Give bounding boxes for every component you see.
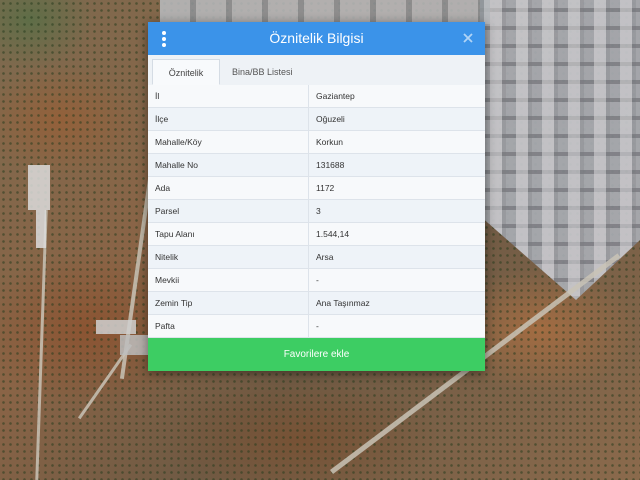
row-key: Nitelik — [148, 245, 309, 269]
row-key: Parsel — [148, 199, 309, 223]
table-row: Pafta - — [148, 314, 485, 338]
table-row: Tapu Alanı 1.544,14 — [148, 222, 485, 246]
row-key: İl — [148, 85, 309, 108]
row-key: Mahalle/Köy — [148, 130, 309, 154]
dialog-title: Öznitelik Bilgisi — [269, 30, 364, 46]
row-key: Mahalle No — [148, 153, 309, 177]
row-key: Mevkii — [148, 268, 309, 292]
map-industrial-zone-top — [160, 0, 490, 24]
dialog-tabs: Öznitelik Bilgisi Bina/BB Listesi — [148, 55, 485, 104]
add-to-favorites-button[interactable]: Favorilere ekle — [148, 338, 485, 371]
row-value: Oğuzeli — [308, 107, 485, 131]
vertical-ellipsis-icon[interactable] — [160, 31, 168, 47]
map-building — [120, 335, 148, 355]
row-value: Gaziantep — [308, 85, 485, 108]
table-row: İl Gaziantep — [148, 85, 485, 108]
row-key: Zemin Tip — [148, 291, 309, 315]
attribute-info-dialog: Öznitelik Bilgisi Öznitelik Bilgisi Bina… — [148, 22, 485, 371]
row-value: 1172 — [308, 176, 485, 200]
table-row: Ada 1172 — [148, 176, 485, 200]
row-value: - — [308, 314, 485, 338]
row-key: İlçe — [148, 107, 309, 131]
row-value: Korkun — [308, 130, 485, 154]
row-value: Arsa — [308, 245, 485, 269]
tab-attribute-info[interactable]: Öznitelik Bilgisi — [152, 59, 220, 104]
row-key: Tapu Alanı — [148, 222, 309, 246]
table-row: Parsel 3 — [148, 199, 485, 223]
row-value: 3 — [308, 199, 485, 223]
close-icon[interactable] — [461, 31, 475, 45]
table-row: İlçe Oğuzeli — [148, 107, 485, 131]
row-value: 131688 — [308, 153, 485, 177]
map-building — [96, 320, 136, 334]
table-row: Mahalle/Köy Korkun — [148, 130, 485, 154]
dialog-header: Öznitelik Bilgisi — [148, 22, 485, 55]
map-building — [36, 210, 46, 248]
table-row: Zemin Tip Ana Taşınmaz — [148, 291, 485, 315]
row-value: - — [308, 268, 485, 292]
table-row: Nitelik Arsa — [148, 245, 485, 269]
table-row: Mevkii - — [148, 268, 485, 292]
attribute-table: İl Gaziantep İlçe Oğuzeli Mahalle/Köy Ko… — [148, 85, 485, 338]
tab-building-list[interactable]: Bina/BB Listesi — [224, 59, 301, 85]
map-building — [28, 165, 50, 210]
row-key: Pafta — [148, 314, 309, 338]
row-value: Ana Taşınmaz — [308, 291, 485, 315]
row-value: 1.544,14 — [308, 222, 485, 246]
row-key: Ada — [148, 176, 309, 200]
table-row: Mahalle No 131688 — [148, 153, 485, 177]
